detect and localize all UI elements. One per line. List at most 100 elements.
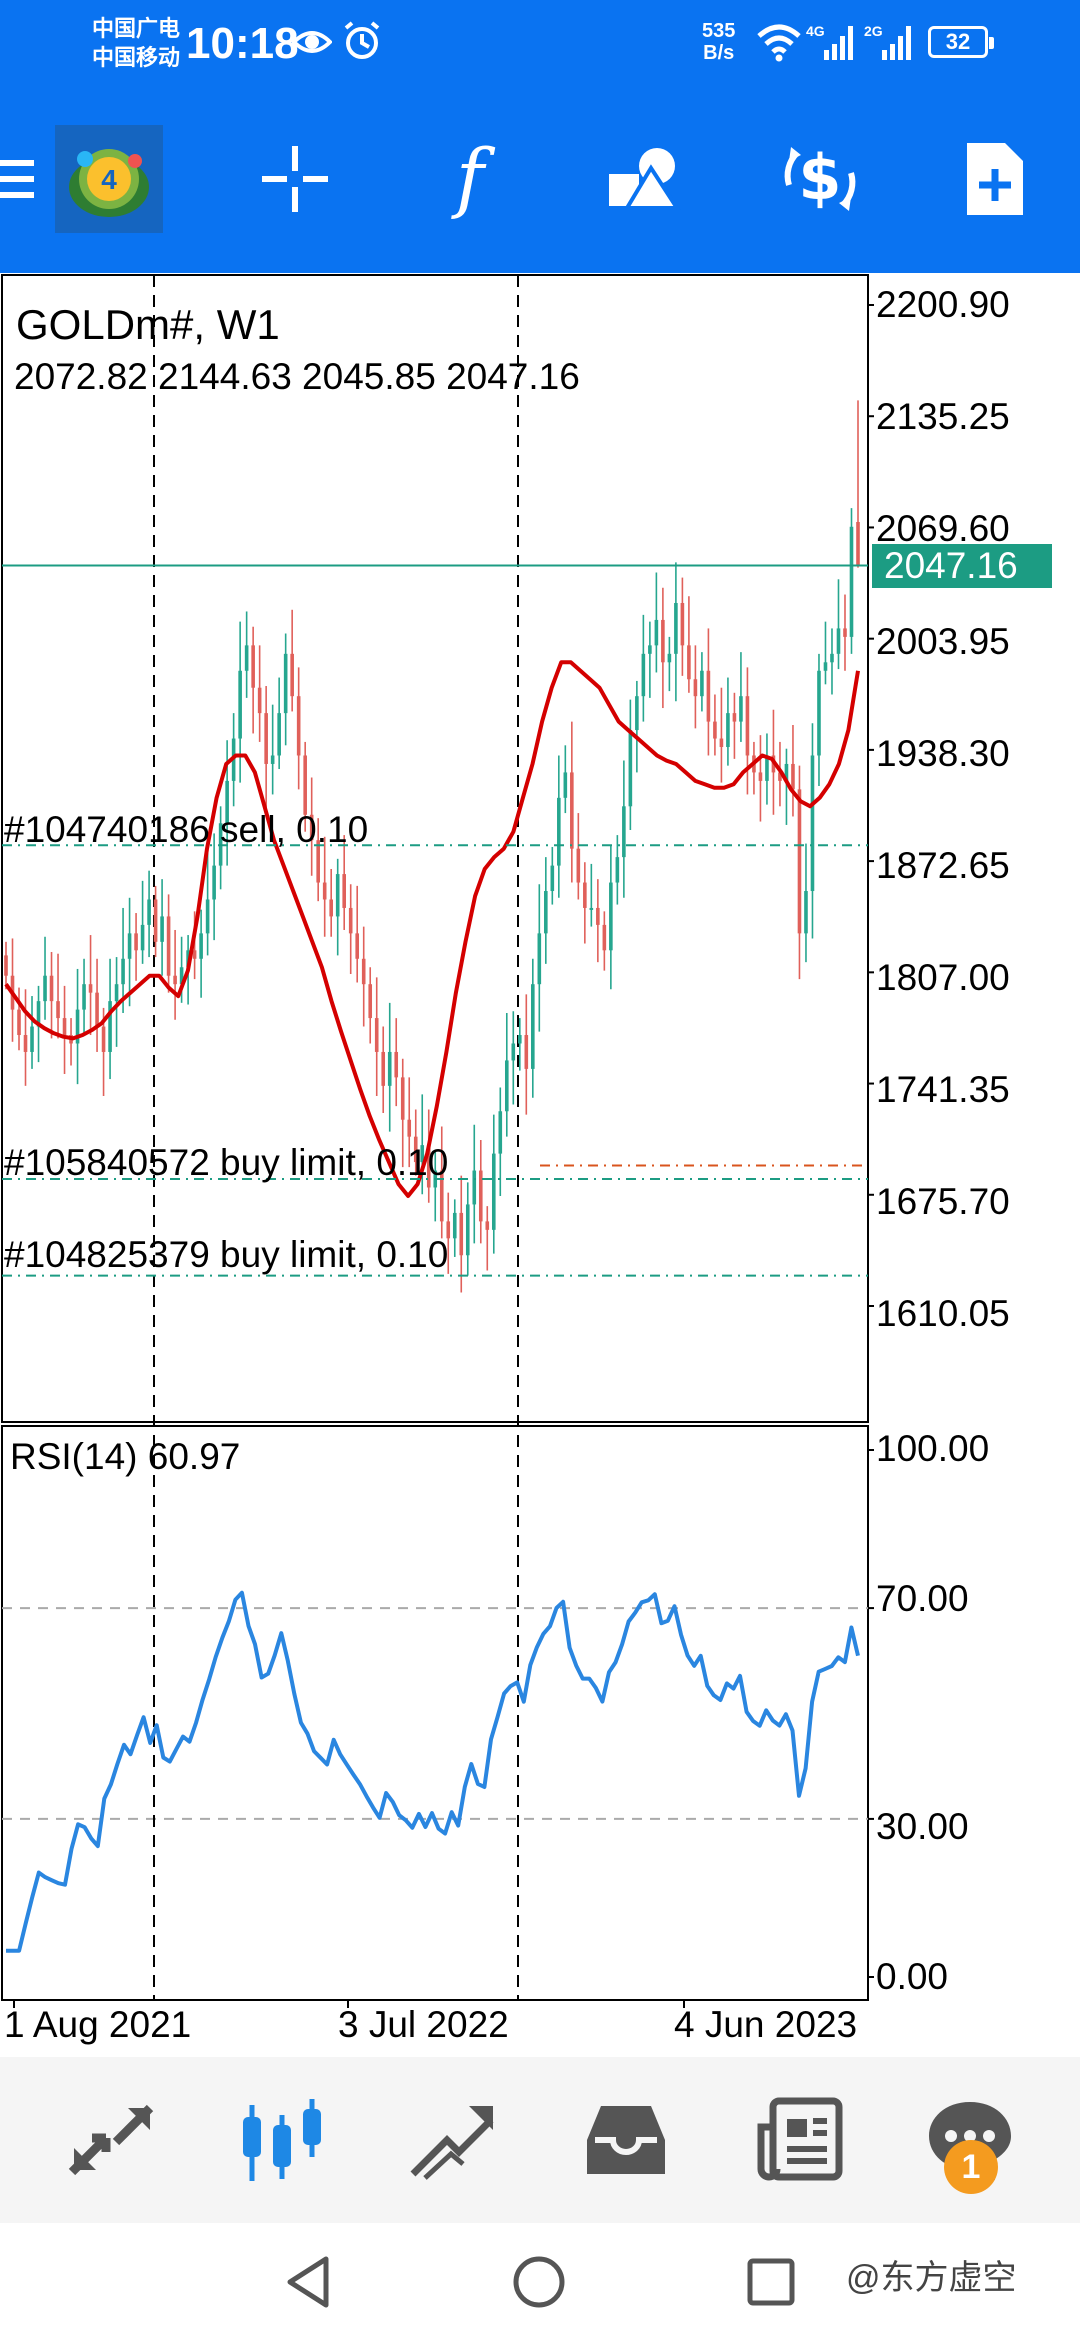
candle-body xyxy=(739,696,743,722)
candle-body xyxy=(550,865,555,892)
candle-body xyxy=(563,772,568,798)
candle-body xyxy=(147,899,151,925)
candle xyxy=(95,958,99,1052)
new-order-button[interactable] xyxy=(940,124,1050,234)
candle-body xyxy=(62,1018,67,1036)
candle-body xyxy=(114,984,119,1002)
carrier-labels: 中国广电 中国移动 xyxy=(92,14,180,72)
candle xyxy=(62,985,67,1074)
net-speed-unit: B/s xyxy=(703,42,735,64)
candle xyxy=(719,687,724,783)
candle-body xyxy=(589,907,594,910)
order-label-buy-limit-2[interactable]: #104825379 buy limit, 0.10 xyxy=(4,1233,448,1277)
candle-body xyxy=(843,628,847,637)
price-label: 1610.05 xyxy=(876,1293,1010,1334)
candle xyxy=(108,958,112,1080)
candle xyxy=(361,926,366,1027)
candle xyxy=(283,633,288,746)
candle xyxy=(244,611,249,698)
candle-body xyxy=(648,645,652,654)
candle xyxy=(296,667,301,790)
candle-body xyxy=(654,619,659,646)
candle xyxy=(140,880,145,964)
candle-body xyxy=(472,1170,477,1205)
price-label: 2003.95 xyxy=(876,621,1010,662)
candle-body xyxy=(667,653,672,663)
nav-history[interactable] xyxy=(536,2057,716,2223)
svg-text:f: f xyxy=(451,139,496,219)
candle xyxy=(531,958,535,1098)
home-icon[interactable] xyxy=(512,2255,566,2309)
price-label: 2135.25 xyxy=(876,396,1010,437)
candle xyxy=(537,884,542,1032)
candle xyxy=(238,621,242,783)
svg-text:4: 4 xyxy=(101,164,117,195)
nav-chart[interactable] xyxy=(192,2057,372,2223)
objects-button[interactable] xyxy=(590,124,700,234)
candle xyxy=(693,645,698,729)
candle-body xyxy=(134,933,138,951)
candle xyxy=(596,879,600,963)
candle xyxy=(745,667,750,795)
nav-trade[interactable] xyxy=(362,2057,542,2223)
candle-body xyxy=(537,933,542,985)
candle-body xyxy=(504,1060,509,1112)
candle-body xyxy=(394,1051,399,1078)
candle xyxy=(570,721,574,883)
candle-body xyxy=(290,653,294,697)
candle xyxy=(856,400,860,568)
clock: 10:18 xyxy=(186,19,299,68)
chart-ohlc: 2072.82 2144.63 2045.85 2047.16 xyxy=(14,356,580,397)
candle xyxy=(849,508,854,654)
candle-body xyxy=(166,916,171,976)
candle xyxy=(511,1011,516,1105)
candle xyxy=(700,652,704,712)
battery-icon: 32 xyxy=(928,26,994,58)
candle-body xyxy=(49,975,54,1002)
candle-body xyxy=(283,653,288,714)
candle xyxy=(277,677,281,770)
svg-text:$: $ xyxy=(798,141,841,214)
candle xyxy=(732,692,737,759)
candle-body xyxy=(101,1026,106,1052)
candle xyxy=(563,745,568,814)
candle-body xyxy=(830,653,834,663)
candle xyxy=(270,704,275,795)
nav-quotes[interactable] xyxy=(22,2057,202,2223)
candle-body xyxy=(381,1051,386,1086)
candle xyxy=(134,913,138,981)
candle xyxy=(687,596,691,693)
candle-body xyxy=(95,992,99,1027)
candle-body xyxy=(726,713,730,748)
app-logo[interactable]: 4 xyxy=(54,124,164,234)
candle-body xyxy=(732,713,737,722)
candle xyxy=(804,843,808,963)
candle xyxy=(758,735,763,822)
crosshair-button[interactable] xyxy=(240,124,350,234)
candle-body xyxy=(856,521,860,566)
candle xyxy=(609,845,613,990)
trade-button[interactable]: $ xyxy=(765,124,875,234)
candle-body xyxy=(706,670,711,722)
candle xyxy=(160,879,164,976)
candle-body xyxy=(205,899,210,934)
candle-body xyxy=(700,670,704,697)
indicators-button[interactable]: f xyxy=(415,124,525,234)
candle xyxy=(452,1199,457,1257)
candle-body xyxy=(465,1204,470,1256)
candle-body xyxy=(244,645,249,671)
nav-news[interactable] xyxy=(710,2057,890,2223)
signal-1-label: 4G xyxy=(806,23,825,39)
candle-body xyxy=(615,857,620,883)
back-icon[interactable] xyxy=(284,2255,334,2309)
candle-body xyxy=(596,907,600,925)
recents-icon[interactable] xyxy=(746,2257,796,2307)
candle-body xyxy=(121,958,125,985)
order-label-buy-limit-1[interactable]: #105840572 buy limit, 0.10 xyxy=(4,1141,448,1185)
candle xyxy=(843,594,847,671)
candle xyxy=(661,587,665,709)
candle xyxy=(576,813,581,900)
order-label-sell[interactable]: #104740186 sell, 0.10 xyxy=(4,808,368,852)
menu-button[interactable] xyxy=(0,124,36,234)
candle xyxy=(478,1140,483,1244)
